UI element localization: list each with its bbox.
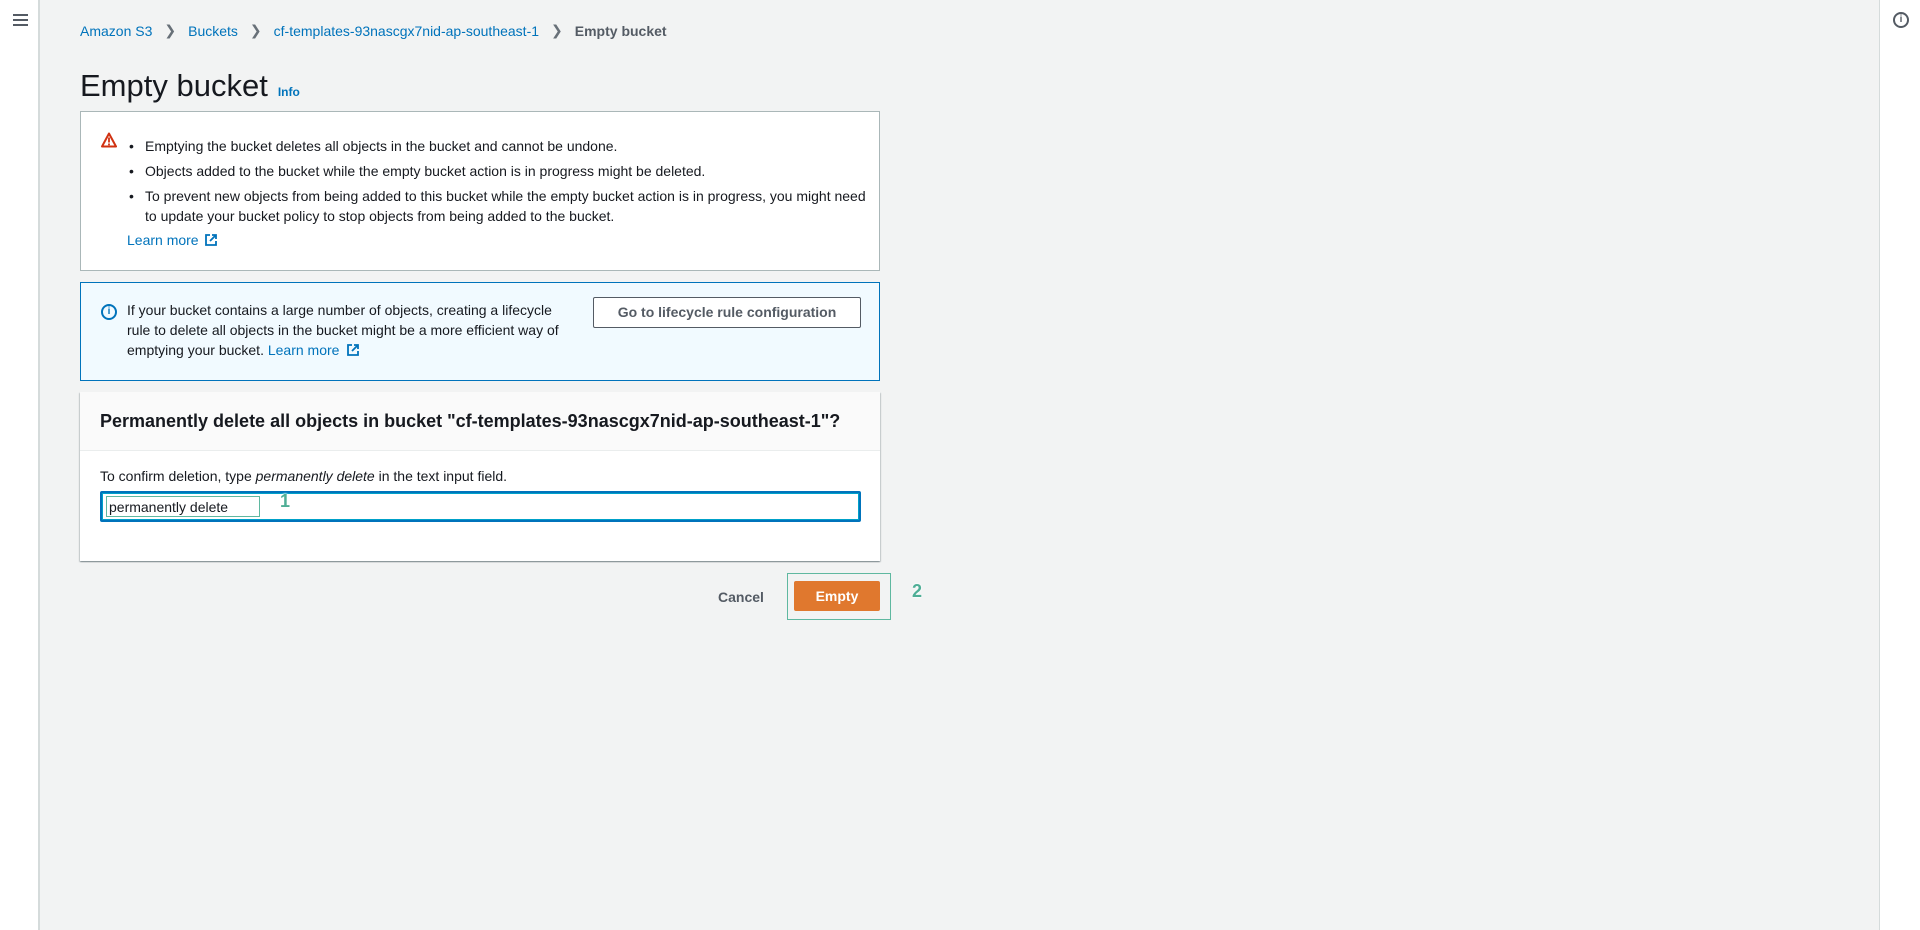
info-circle-icon: i [101, 304, 117, 320]
instruction-emphasis: permanently delete [255, 468, 375, 484]
warning-item: Emptying the bucket deletes all objects … [127, 136, 867, 156]
learn-more-label: Learn more [267, 342, 340, 358]
instruction-suffix: in the text input field. [374, 468, 508, 484]
learn-more-link[interactable]: Learn more [268, 342, 360, 358]
learn-more-link[interactable]: Learn more [127, 232, 218, 248]
external-link-icon [204, 234, 217, 246]
right-help-panel: i [1879, 0, 1920, 930]
info-alert: i If your bucket contains a large number… [80, 282, 880, 381]
warning-item: Objects added to the bucket while the em… [127, 161, 867, 181]
breadcrumb-bucket-name[interactable]: cf-templates-93nascgx7nid-ap-southeast-1 [274, 23, 539, 39]
confirm-input-wrapper: 1 [100, 491, 861, 522]
chevron-right-icon: ❯ [164, 22, 177, 38]
annotation-marker-1: 1 [280, 491, 291, 511]
action-bar: Cancel Empty 2 [80, 573, 980, 621]
warning-item: To prevent new objects from being added … [127, 186, 867, 226]
panel-header: Permanently delete all objects in bucket… [80, 392, 880, 451]
confirm-delete-panel: Permanently delete all objects in bucket… [80, 392, 880, 561]
breadcrumb-buckets[interactable]: Buckets [188, 23, 238, 39]
info-circle-icon[interactable]: i [1893, 12, 1909, 28]
warning-list: Emptying the bucket deletes all objects … [127, 136, 867, 231]
learn-more-label: Learn more [127, 232, 199, 248]
info-text: If your bucket contains a large number o… [127, 300, 567, 360]
hamburger-menu-icon[interactable] [13, 14, 28, 26]
confirm-instruction: To confirm deletion, type permanently de… [100, 468, 507, 484]
breadcrumb-amazon-s3[interactable]: Amazon S3 [80, 23, 152, 39]
instruction-prefix: To confirm deletion, type [100, 468, 256, 484]
breadcrumb: Amazon S3 ❯ Buckets ❯ cf-templates-93nas… [80, 22, 667, 39]
left-navigation [0, 0, 40, 930]
empty-button[interactable]: Empty [794, 581, 880, 611]
chevron-right-icon: ❯ [551, 22, 563, 38]
chevron-right-icon: ❯ [249, 22, 262, 38]
info-link[interactable]: Info [278, 85, 300, 99]
warning-alert: Emptying the bucket deletes all objects … [80, 111, 880, 271]
breadcrumb-current: Empty bucket [574, 22, 667, 39]
cancel-button[interactable]: Cancel [710, 585, 772, 609]
lifecycle-rule-config-button[interactable]: Go to lifecycle rule configuration [593, 297, 861, 328]
panel-title: Permanently delete all objects in bucket… [100, 411, 841, 431]
page-title: Empty bucket [80, 68, 268, 103]
annotation-marker-2: 2 [912, 581, 923, 601]
confirm-delete-input[interactable] [105, 496, 841, 517]
page-header: Empty bucket Info [80, 68, 300, 104]
warning-triangle-icon [101, 132, 117, 148]
external-link-icon [347, 344, 360, 356]
